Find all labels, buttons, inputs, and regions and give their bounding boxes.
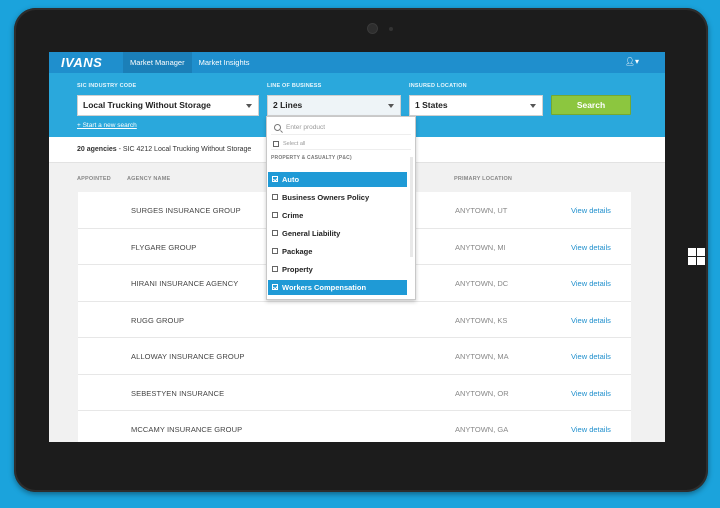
table-row[interactable]: Sebestyen Insurance Anytown, OR View det…: [78, 375, 631, 411]
view-details-link[interactable]: View details: [571, 352, 611, 361]
agency-location: Anytown, MA: [455, 352, 509, 361]
checkbox[interactable]: [272, 230, 278, 236]
option-package[interactable]: Package: [268, 244, 407, 259]
checkbox[interactable]: [272, 194, 278, 200]
tab-market-insights[interactable]: Market Insights: [192, 52, 257, 73]
start-new-search-link[interactable]: + Start a new search: [77, 122, 137, 129]
checkbox[interactable]: [272, 248, 278, 254]
checkbox[interactable]: [272, 284, 278, 290]
agency-name: Alloway Insurance Group: [131, 352, 245, 361]
sic-select[interactable]: Local Trucking Without Storage: [77, 95, 259, 116]
option-label: General Liability: [282, 229, 341, 238]
chevron-down-icon: [246, 104, 252, 108]
table-row[interactable]: McCamy Insurance Group Anytown, GA View …: [78, 411, 631, 442]
option-crime[interactable]: Crime: [268, 208, 407, 223]
agency-name: Flygare Group: [131, 242, 197, 252]
view-details-link[interactable]: View details: [571, 425, 611, 434]
option-business-owners-policy[interactable]: Business Owners Policy: [268, 190, 407, 205]
agency-name: Rugg Group: [131, 315, 185, 325]
option-label: Business Owners Policy: [282, 193, 370, 202]
agency-location: Anytown, OR: [455, 388, 509, 398]
sic-value: Local Trucking Without Storage: [83, 100, 211, 110]
agency-location: Anytown, KS: [455, 315, 508, 325]
option-property[interactable]: Property: [268, 262, 407, 277]
option-label: Property: [282, 265, 313, 274]
lob-label: LINE OF BUSINESS: [267, 83, 322, 89]
header-agency-name[interactable]: AGENCY NAME: [127, 176, 170, 182]
light-sensor: [389, 27, 393, 31]
lob-select[interactable]: 2 Lines: [267, 95, 401, 116]
lob-value: 2 Lines: [273, 100, 303, 110]
summary-detail: - SIC 4212 Local Trucking Without Storag…: [116, 146, 252, 153]
checkbox[interactable]: [273, 141, 279, 147]
agency-location: Anytown, GA: [455, 425, 509, 434]
line-of-business-dropdown: Enter product Select all PROPERTY & CASU…: [266, 116, 416, 300]
user-icon[interactable]: 👤︎▾: [625, 57, 639, 66]
table-row[interactable]: Alloway Insurance Group Anytown, MA View…: [78, 338, 631, 375]
chevron-down-icon: [530, 104, 536, 108]
select-all-label: Select all: [283, 141, 306, 147]
agency-location: Anytown, MI: [455, 242, 506, 252]
view-details-link[interactable]: View details: [571, 206, 611, 215]
option-label: Package: [282, 247, 313, 256]
app-screen: IVANS Market Manager Market Insights 👤︎▾…: [49, 52, 665, 442]
checkbox[interactable]: [272, 212, 278, 218]
table-row[interactable]: Rugg Group Anytown, KS View details: [78, 302, 631, 338]
agency-name: Hirani Insurance Agency: [131, 279, 239, 288]
tab-market-manager[interactable]: Market Manager: [123, 52, 192, 73]
view-details-link[interactable]: View details: [571, 243, 611, 252]
chevron-down-icon: [388, 104, 394, 108]
ivans-logo[interactable]: IVANS: [61, 55, 123, 70]
view-details-link[interactable]: View details: [571, 316, 611, 325]
option-label: Crime: [282, 211, 304, 220]
agency-location: Anytown, DC: [455, 279, 509, 288]
product-search-placeholder: Enter product: [286, 124, 326, 131]
checkbox[interactable]: [272, 266, 278, 272]
top-nav: IVANS Market Manager Market Insights 👤︎▾: [49, 52, 665, 73]
option-workers-compensation[interactable]: Workers Compensation: [268, 280, 407, 295]
header-appointed[interactable]: APPOINTED: [77, 176, 111, 182]
option-label: Workers Compensation: [282, 283, 367, 292]
windows-icon[interactable]: [688, 248, 705, 265]
checkbox[interactable]: [272, 176, 278, 182]
camera: [368, 24, 377, 33]
agency-name: Surges Insurance Group: [131, 206, 241, 215]
view-details-link[interactable]: View details: [571, 279, 611, 288]
select-all-checkbox[interactable]: Select all: [271, 138, 411, 150]
agency-location: Anytown, UT: [455, 206, 508, 215]
location-select[interactable]: 1 States: [409, 95, 543, 116]
search-button[interactable]: Search: [551, 95, 631, 115]
sic-label: SIC INDUSTRY CODE: [77, 83, 137, 89]
agency-name: McCamy Insurance Group: [131, 425, 243, 434]
agency-count: 20 agencies: [77, 146, 117, 153]
option-auto[interactable]: Auto: [268, 172, 407, 187]
agency-name: Sebestyen Insurance: [131, 388, 225, 398]
option-general-liability[interactable]: General Liability: [268, 226, 407, 241]
search-icon: [274, 124, 281, 131]
location-label: INSURED LOCATION: [409, 83, 467, 89]
dropdown-scrollbar[interactable]: [410, 157, 413, 257]
group-heading: PROPERTY & CASUALTY (P&C): [271, 155, 352, 161]
option-label: Auto: [282, 175, 300, 184]
header-primary-location[interactable]: PRIMARY LOCATION: [454, 176, 512, 182]
view-details-link[interactable]: View details: [571, 389, 611, 398]
product-search-input[interactable]: Enter product: [271, 121, 411, 135]
location-value: 1 States: [415, 100, 448, 110]
